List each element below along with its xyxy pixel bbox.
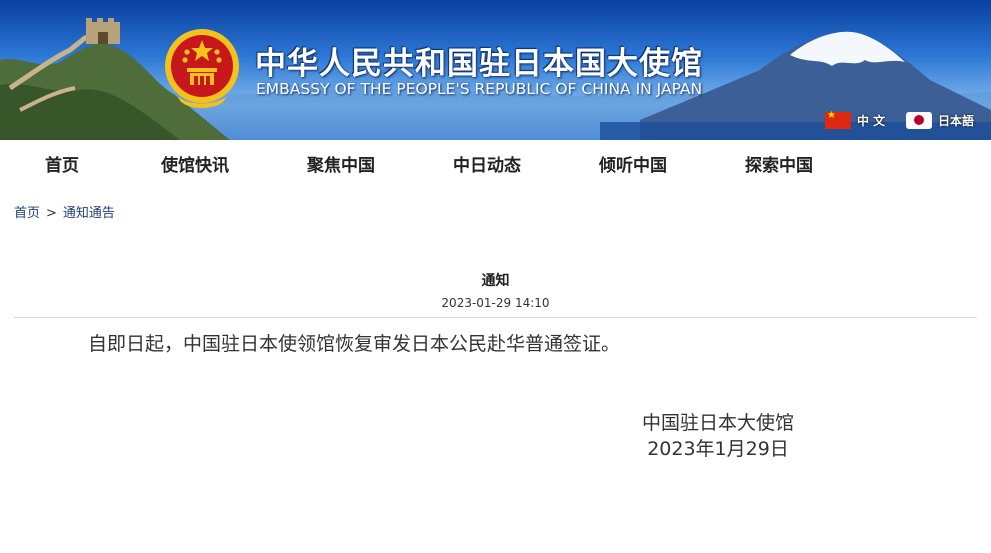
nav-item-home[interactable]: 首页 <box>45 151 79 176</box>
japan-flag-icon <box>906 111 932 129</box>
nav-item-explore-china[interactable]: 探索中国 <box>745 151 813 176</box>
breadcrumb-separator: > <box>46 206 57 221</box>
header-banner: 中华人民共和国驻日本国大使馆 EMBASSY OF THE PEOPLE'S R… <box>0 0 991 140</box>
nav-item-focus-china[interactable]: 聚焦中国 <box>307 151 375 176</box>
article-body: 自即日起，中国驻日本使领馆恢复审发日本公民赴华普通签证。 <box>88 333 621 355</box>
language-japanese-link[interactable]: 日本語 <box>906 110 974 130</box>
article-title: 通知 <box>481 273 510 289</box>
signature-organization: 中国驻日本大使馆 <box>641 412 794 434</box>
national-emblem-icon <box>165 29 239 108</box>
article-divider <box>14 317 977 318</box>
article-date: 2023-01-29 14:10 <box>441 296 550 310</box>
language-japanese-label: 日本語 <box>938 113 975 128</box>
language-chinese-label: 中 文 <box>857 113 886 128</box>
language-chinese-link[interactable]: 中 文 <box>825 110 885 130</box>
breadcrumb-current-link[interactable]: 通知通告 <box>63 206 115 221</box>
main-nav: 首页 使馆快讯 聚焦中国 中日动态 倾听中国 探索中国 <box>0 140 991 184</box>
breadcrumb: 首页 > 通知通告 <box>14 202 115 221</box>
signature-date: 2023年1月29日 <box>647 438 789 460</box>
china-flag-icon <box>825 110 851 129</box>
nav-item-embassy-news[interactable]: 使馆快讯 <box>161 151 229 176</box>
breadcrumb-home-link[interactable]: 首页 <box>14 206 40 221</box>
site-title-english: EMBASSY OF THE PEOPLE'S REPUBLIC OF CHIN… <box>256 80 703 98</box>
site-title-chinese: 中华人民共和国驻日本国大使馆 <box>255 46 703 82</box>
nav-item-china-japan[interactable]: 中日动态 <box>453 151 521 176</box>
article-signature: 中国驻日本大使馆 2023年1月29日 <box>618 410 818 462</box>
nav-item-listen-china[interactable]: 倾听中国 <box>599 151 667 176</box>
